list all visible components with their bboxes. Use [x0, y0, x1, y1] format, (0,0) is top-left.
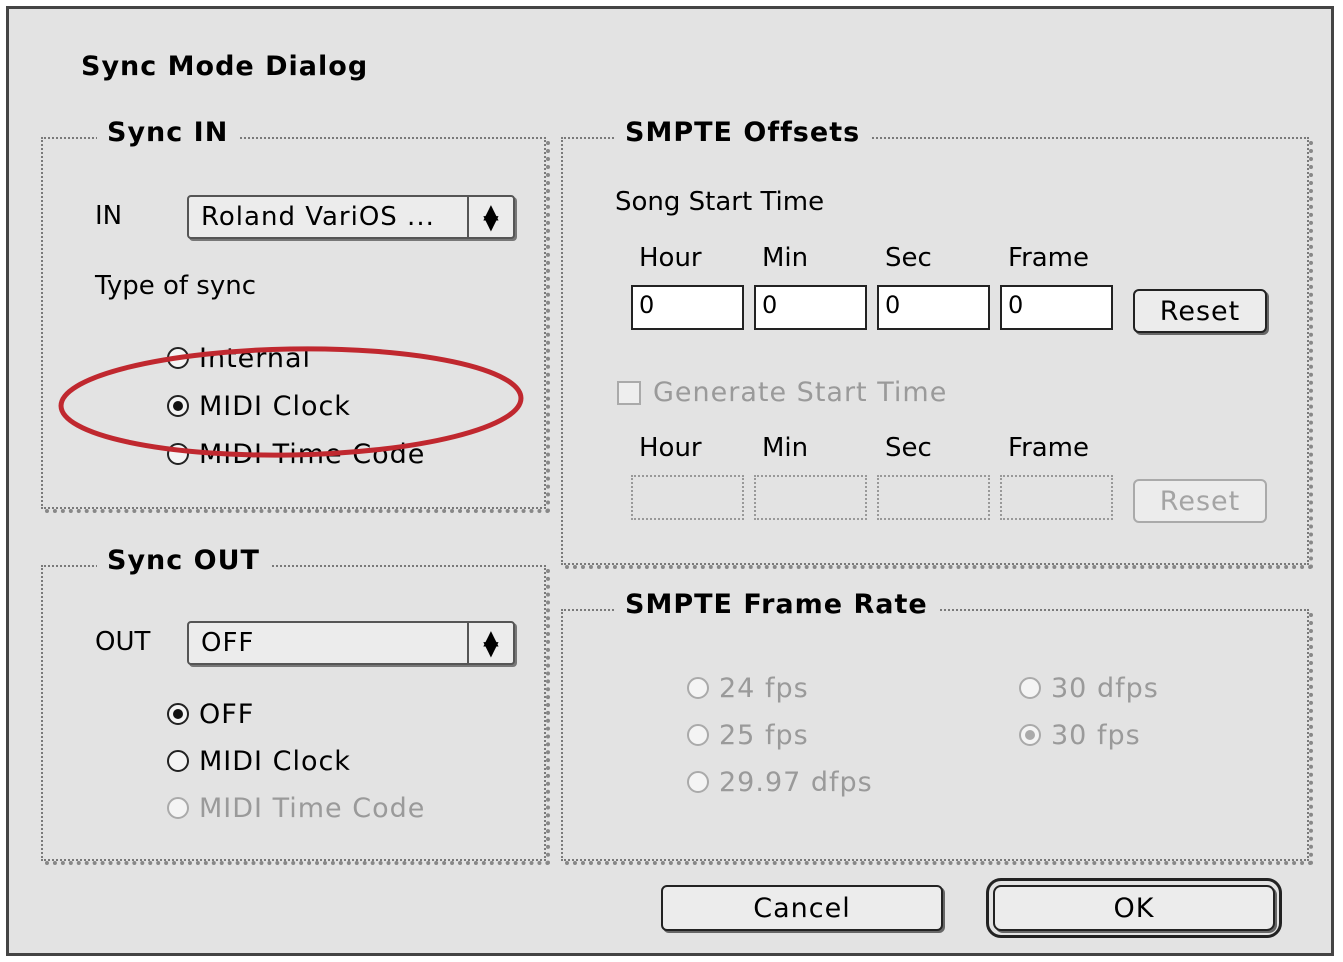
in-label: IN: [95, 201, 123, 231]
sync-in-radio-internal[interactable]: Internal: [167, 341, 311, 375]
sync-in-group: Sync IN IN Roland VariOS ... ▲ ▼ Type of …: [41, 117, 550, 513]
generate-start-time-label: Generate Start Time: [653, 377, 948, 408]
hour-label: Hour: [639, 243, 702, 273]
out-label: OUT: [95, 627, 151, 657]
radio-selected-icon: [167, 395, 189, 417]
generate-start-time-checkbox[interactable]: Generate Start Time: [617, 377, 947, 408]
gen-min-label: Min: [762, 433, 809, 463]
gen-hour-field[interactable]: [631, 475, 744, 520]
radio-icon: [687, 677, 709, 699]
song-start-hour-field[interactable]: 0: [631, 285, 744, 330]
frame-label: Frame: [1008, 243, 1090, 273]
radio-selected-icon: [1019, 724, 1041, 746]
radio-label: 30 fps: [1051, 719, 1141, 751]
gen-frame-label: Frame: [1008, 433, 1090, 463]
gen-sec-field[interactable]: [877, 475, 990, 520]
radio-icon: [167, 750, 189, 772]
ok-button[interactable]: OK: [986, 878, 1282, 938]
gen-frame-field[interactable]: [1000, 475, 1113, 520]
updown-arrows-icon: ▲ ▼: [467, 623, 513, 663]
sync-out-radio-midi-clock[interactable]: MIDI Clock: [167, 744, 351, 778]
sync-in-radio-midi-time-code[interactable]: MIDI Time Code: [167, 437, 425, 471]
radio-label: MIDI Time Code: [199, 792, 426, 824]
radio-label: MIDI Time Code: [199, 438, 426, 470]
radio-label: 29.97 dfps: [719, 766, 873, 798]
type-of-sync-label: Type of sync: [95, 271, 257, 301]
radio-icon: [167, 797, 189, 819]
gen-sec-label: Sec: [885, 433, 932, 463]
sync-out-group: Sync OUT OUT OFF ▲ ▼ OFF MIDI Clock MIDI …: [41, 545, 550, 865]
generate-reset-button[interactable]: Reset: [1133, 479, 1267, 523]
smpte-offsets-legend: SMPTE Offsets: [615, 117, 871, 148]
dialog-title: Sync Mode Dialog: [81, 51, 369, 82]
song-start-min-field[interactable]: 0: [754, 285, 867, 330]
frame-rate-radio-24[interactable]: 24 fps: [687, 671, 809, 705]
song-start-reset-button[interactable]: Reset: [1133, 289, 1267, 333]
song-start-label: Song Start Time: [615, 187, 825, 217]
radio-label: 25 fps: [719, 719, 809, 751]
radio-icon: [1019, 677, 1041, 699]
gen-hour-label: Hour: [639, 433, 702, 463]
radio-label: OFF: [199, 698, 255, 730]
checkbox-icon: [617, 380, 641, 405]
radio-selected-icon: [167, 703, 189, 725]
radio-icon: [167, 443, 189, 465]
radio-label: Internal: [199, 342, 312, 374]
radio-label: 24 fps: [719, 672, 809, 704]
in-port-popup[interactable]: Roland VariOS ... ▲ ▼: [187, 195, 515, 239]
sync-out-radio-midi-time-code[interactable]: MIDI Time Code: [167, 791, 425, 825]
updown-arrows-icon: ▲ ▼: [467, 197, 513, 237]
frame-rate-radio-30[interactable]: 30 fps: [1019, 718, 1141, 752]
cancel-button[interactable]: Cancel: [661, 885, 943, 931]
sync-in-legend: Sync IN: [97, 117, 239, 148]
sync-out-legend: Sync OUT: [97, 545, 270, 576]
radio-label: MIDI Clock: [199, 390, 351, 422]
in-port-value: Roland VariOS ...: [201, 202, 435, 232]
song-start-frame-field[interactable]: 0: [1000, 285, 1113, 330]
radio-icon: [687, 771, 709, 793]
frame-rate-radio-2997[interactable]: 29.97 dfps: [687, 765, 873, 799]
frame-rate-radio-25[interactable]: 25 fps: [687, 718, 809, 752]
sync-mode-dialog: Sync Mode Dialog Sync IN IN Roland VariO…: [6, 6, 1334, 956]
radio-icon: [687, 724, 709, 746]
out-port-value: OFF: [201, 628, 255, 658]
out-port-popup[interactable]: OFF ▲ ▼: [187, 621, 515, 665]
sec-label: Sec: [885, 243, 932, 273]
gen-min-field[interactable]: [754, 475, 867, 520]
smpte-frame-rate-group: SMPTE Frame Rate 24 fps 25 fps 29.97 dfp…: [561, 589, 1313, 865]
song-start-sec-field[interactable]: 0: [877, 285, 990, 330]
radio-label: MIDI Clock: [199, 745, 351, 777]
radio-icon: [167, 347, 189, 369]
sync-in-radio-midi-clock[interactable]: MIDI Clock: [167, 389, 351, 423]
radio-label: 30 dfps: [1051, 672, 1159, 704]
smpte-frame-rate-legend: SMPTE Frame Rate: [615, 589, 938, 620]
smpte-offsets-group: SMPTE Offsets Song Start Time Hour Min S…: [561, 117, 1313, 569]
frame-rate-radio-30-drop[interactable]: 30 dfps: [1019, 671, 1159, 705]
sync-out-radio-off[interactable]: OFF: [167, 697, 254, 731]
min-label: Min: [762, 243, 809, 273]
